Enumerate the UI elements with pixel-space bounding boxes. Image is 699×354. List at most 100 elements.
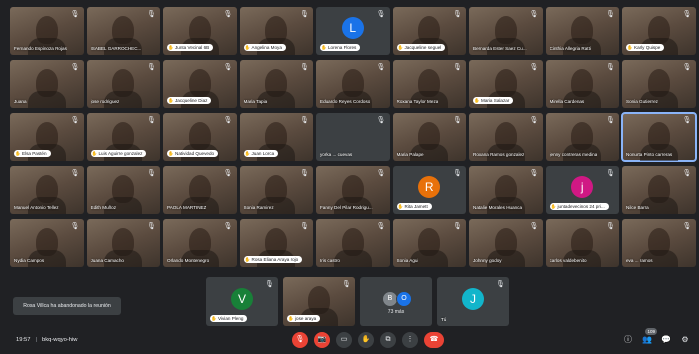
participant-name: Manuel Antonio Tellez [14,205,59,210]
more-options-button[interactable]: ⋮ [402,332,418,348]
mic-off-icon: 🎙 [606,223,615,230]
mic-off-icon: 🎙 [453,170,462,177]
participant-tile[interactable]: 🎙 Nilce Barra [622,166,696,214]
participant-name: Natalie Morales Huanca [473,205,523,210]
participant-name: Nonurta Pinto carreras [626,152,673,157]
participant-tile[interactable]: 🎙 Elsa Pastén [10,113,84,161]
participant-video [300,285,338,326]
mic-off-icon: 🎙 [342,281,351,288]
mic-off-icon: 🎙 [682,223,692,230]
participant-tile[interactable]: 🎙 Fernando Espinoza Rojas [10,7,84,55]
participant-tile[interactable]: 🎙 Iris castro [316,219,390,267]
mic-off-icon: 🎙 [606,64,615,71]
participant-name: Maria Salazar [473,97,514,104]
participant-tile[interactable]: 🎙 Sonia Gutierrez [622,60,696,108]
participant-tile[interactable]: 🎙 Maria Tapia [239,60,313,108]
participant-tile[interactable]: 🎙 Fanny Del Pilar Rodrigu... [316,166,390,214]
meeting-details-button[interactable]: ⓘ [622,334,634,346]
participant-tile[interactable]: 🎙 Orlando Montenegro [163,219,237,267]
mic-off-icon: 🎙 [453,64,462,71]
mic-off-icon: 🎙 [376,64,386,71]
participant-tile[interactable]: 🎙 Roxana Ramos gonzalez [469,113,543,161]
mic-off-icon: 🎙 [376,117,386,124]
participant-video [486,68,525,108]
participant-tile[interactable]: 🎙 Juana Camacho [86,219,160,267]
captions-button[interactable]: ▭ [336,332,352,348]
participant-tile[interactable]: 🎙 Eduardo Reyes Cordoso [316,60,390,108]
participant-video [27,15,66,55]
participant-tile[interactable]: 🎙 Bernarda Ester Saez Cu... [469,7,543,55]
participant-tile[interactable]: 🎙 Edith Muñoz [86,166,160,214]
participant-tile[interactable]: 🎙 Johnny godoy [469,219,543,267]
mic-off-icon: 🎙 [300,117,309,124]
participant-tile[interactable]: 🎙 Maria Palape [392,113,466,161]
participant-video [639,227,678,267]
participant-tile[interactable]: 🎙 carlos valdebenito [545,219,619,267]
people-count-badge: 109 [645,328,657,335]
activities-button[interactable]: ⚙ [679,334,691,346]
participant-tile[interactable]: 🎙 Jacqueline Diaz [163,60,237,108]
participant-tile[interactable]: 🎙 Rosa Eliana Araya rojo [239,219,313,267]
mic-off-icon: 🎙 [496,281,505,288]
participant-video [257,68,296,108]
participant-tile[interactable]: 🎙 Sonia Agui [392,219,466,267]
participant-video [180,121,219,161]
mic-off-icon: 🎙 [529,170,539,177]
raise-hand-button[interactable]: ✋ [358,332,374,348]
participant-tile[interactable]: 🎙 PAOLA MARTINEZ [163,166,237,214]
people-button[interactable]: 👥 109 [641,328,657,346]
participant-name: jose araya [287,315,321,322]
mic-off-icon: 🎙 [300,170,309,177]
participant-tile[interactable]: 🎙 Maria Salazar [469,60,543,108]
participant-tile[interactable]: 🎙 jenny contreras medina [545,113,619,161]
present-button[interactable]: ⧉ [380,332,396,348]
participant-tile[interactable]: 🎙 Cinthia Allegria Ratti [545,7,619,55]
mic-off-icon: 🎙 [147,170,156,177]
participant-name: carlos valdebenito [549,258,587,263]
mic-off-icon: 🎙 [223,11,233,18]
participant-video [639,15,678,55]
participant-tile[interactable]: 🎙 Roxana Taylor Meza [392,60,466,108]
participant-tile[interactable]: 🎙 Angelina Moya [239,7,313,55]
participant-video [27,68,66,108]
participant-tile[interactable]: V 🎙 Vivian Pleng [206,277,278,326]
participant-tile[interactable]: 🎙 Natividad Quevedo [163,113,237,161]
chat-button[interactable]: 💬 [660,334,672,346]
participant-tile[interactable]: 🎙 Nydia Campos [10,219,84,267]
participant-video [410,227,449,267]
mic-off-icon: 🎙 [223,117,233,124]
participant-tile[interactable]: 🎙 jose rodriguez [86,60,160,108]
participant-video [333,68,372,108]
participant-tile[interactable]: 🎙 Nonurta Pinto carreras [621,112,697,162]
participant-video [410,121,449,161]
participant-tile[interactable]: 🎙 ISABEL GARROCHEC... [86,7,160,55]
camera-toggle-button[interactable]: 📷 [314,332,330,348]
participant-tile[interactable]: 🎙 Luis Aguirre gonzalez [86,113,160,161]
participant-tile[interactable]: 🎙 jose araya [283,277,355,326]
more-participants-tile[interactable]: B O 73 más [360,277,432,326]
bottom-participant-row: V 🎙 Vivian Pleng 🎙 jose araya B O 73 más… [206,277,509,326]
participant-tile[interactable]: 🎙 Natalie Morales Huanca [469,166,543,214]
participant-tile[interactable]: 🎙 Manuel Antonio Tellez [10,166,84,214]
participant-name: Sonia Gutierrez [626,99,658,104]
participant-tile[interactable]: 🎙 Karly Quispe [622,7,696,55]
participant-video [180,68,219,108]
participant-tile[interactable]: 🎙 Juan Lorca [239,113,313,161]
participant-tile[interactable]: R 🎙 Rita Jamett [392,166,466,214]
end-call-button[interactable]: ☎ [424,332,444,348]
mic-off-icon: 🎙 [70,117,80,124]
participant-tile[interactable]: 🎙 Sonia Ramirez [239,166,313,214]
mic-toggle-button[interactable]: 🎙 [292,332,308,348]
mic-off-icon: 🎙 [606,117,615,124]
participant-name: jenny contreras medina [549,152,598,157]
participant-tile[interactable]: 🎙 eva ... ramos [622,219,696,267]
mic-off-icon: 🎙 [529,64,539,71]
participant-tile[interactable]: j 🎙 juntadevecinos 24 pri... [545,166,619,214]
self-tile[interactable]: J 🎙 Tú [437,277,509,326]
participant-tile[interactable]: 🎙 Junta Vecinal 6B [163,7,237,55]
participant-tile[interactable]: L 🎙 Lorena Flores [316,7,390,55]
participant-tile[interactable]: 🎙 Juana [10,60,84,108]
participant-tile[interactable]: 🎙 Jacqueline seguel [392,7,466,55]
participant-tile[interactable]: 🎙 Mirella Cardenas [545,60,619,108]
participant-tile[interactable]: 🎙 yorka ... cuevas [316,113,390,161]
